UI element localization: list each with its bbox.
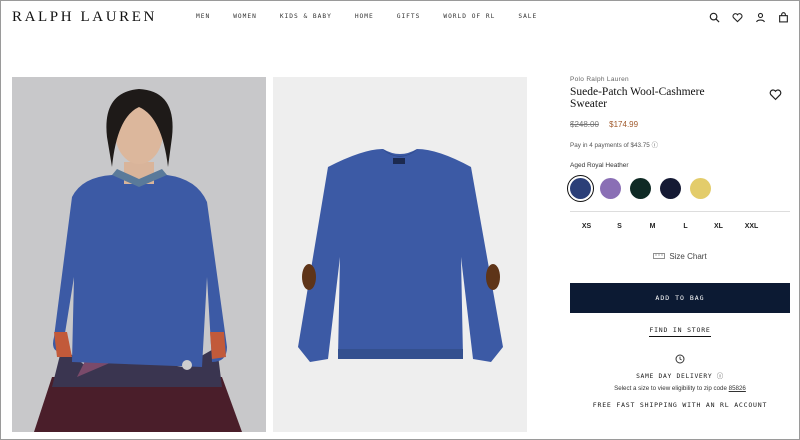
size-xxl[interactable]: XXL [735,223,768,230]
size-chart-label: Size Chart [669,252,707,261]
size-l[interactable]: L [669,223,702,230]
product-title: Suede-Patch Wool-Cashmere Sweater [570,86,705,110]
product-detail-panel: Polo Ralph Lauren Suede-Patch Wool-Cashm… [567,76,790,409]
original-price: $248.00 [570,120,599,129]
clock-icon [675,351,685,368]
size-m[interactable]: M [636,223,669,230]
bag-icon[interactable] [776,10,790,24]
color-swatch-purple[interactable] [600,178,621,199]
installments-text: Pay in 4 payments of $43.75 ⓘ [570,140,790,149]
user-icon[interactable] [753,10,767,24]
brand-name[interactable]: Polo Ralph Lauren [570,76,790,83]
add-to-bag-button[interactable]: ADD TO BAG [570,283,790,313]
zip-code-link[interactable]: 85826 [729,385,746,392]
nav-world-of-rl[interactable]: WORLD OF RL [443,13,495,20]
site-header: RALPH LAUREN MEN WOMEN KIDS & BABY HOME … [0,0,800,36]
nav-sale[interactable]: SALE [518,13,537,20]
installments-label: Pay in 4 payments of $43.75 [570,142,650,149]
search-icon[interactable] [707,10,721,24]
info-icon[interactable]: ⓘ [717,373,724,380]
ruler-icon [653,252,666,261]
color-swatch-navy[interactable] [660,178,681,199]
main-nav: MEN WOMEN KIDS & BABY HOME GIFTS WORLD O… [196,13,560,20]
color-swatch-royal-heather[interactable] [567,175,594,202]
selected-color-name: Aged Royal Heather [570,162,629,169]
size-chart-link[interactable]: Size Chart [570,252,790,261]
nav-men[interactable]: MEN [196,13,210,20]
wishlist-heart-icon[interactable] [769,88,782,106]
free-shipping-banner[interactable]: FREE FAST SHIPPING WITH AN RL ACCOUNT [570,401,790,409]
size-xs[interactable]: XS [570,223,603,230]
same-day-delivery-label: SAME DAY DELIVERY [636,373,713,380]
info-icon[interactable]: ⓘ [652,142,658,149]
size-selector: XS S M L XL XXL [570,223,790,230]
color-swatches [567,175,790,202]
same-day-delivery-block: SAME DAY DELIVERY ⓘ Select a size to vie… [570,351,790,392]
nav-gifts[interactable]: GIFTS [397,13,421,20]
eligibility-label: Select a size to view eligibility to zip… [614,385,727,392]
find-in-store-link[interactable]: FIND IN STORE [649,326,711,337]
same-day-delivery-title: SAME DAY DELIVERY ⓘ [570,371,790,380]
heart-icon[interactable] [730,10,744,24]
header-icons [707,10,790,24]
model-photo[interactable] [12,77,266,432]
product-photo[interactable] [273,77,527,432]
color-swatch-dark-green[interactable] [630,178,651,199]
ralph-lauren-logo[interactable]: RALPH LAUREN [12,9,157,26]
divider [570,211,790,212]
nav-kids-baby[interactable]: KIDS & BABY [280,13,332,20]
eligibility-text: Select a size to view eligibility to zip… [570,385,790,392]
size-s[interactable]: S [603,223,636,230]
price-block: $248.00 $174.99 [570,120,790,129]
sale-price: $174.99 [609,120,639,129]
size-xl[interactable]: XL [702,223,735,230]
nav-home[interactable]: HOME [355,13,374,20]
color-swatch-yellow[interactable] [690,178,711,199]
nav-women[interactable]: WOMEN [233,13,257,20]
